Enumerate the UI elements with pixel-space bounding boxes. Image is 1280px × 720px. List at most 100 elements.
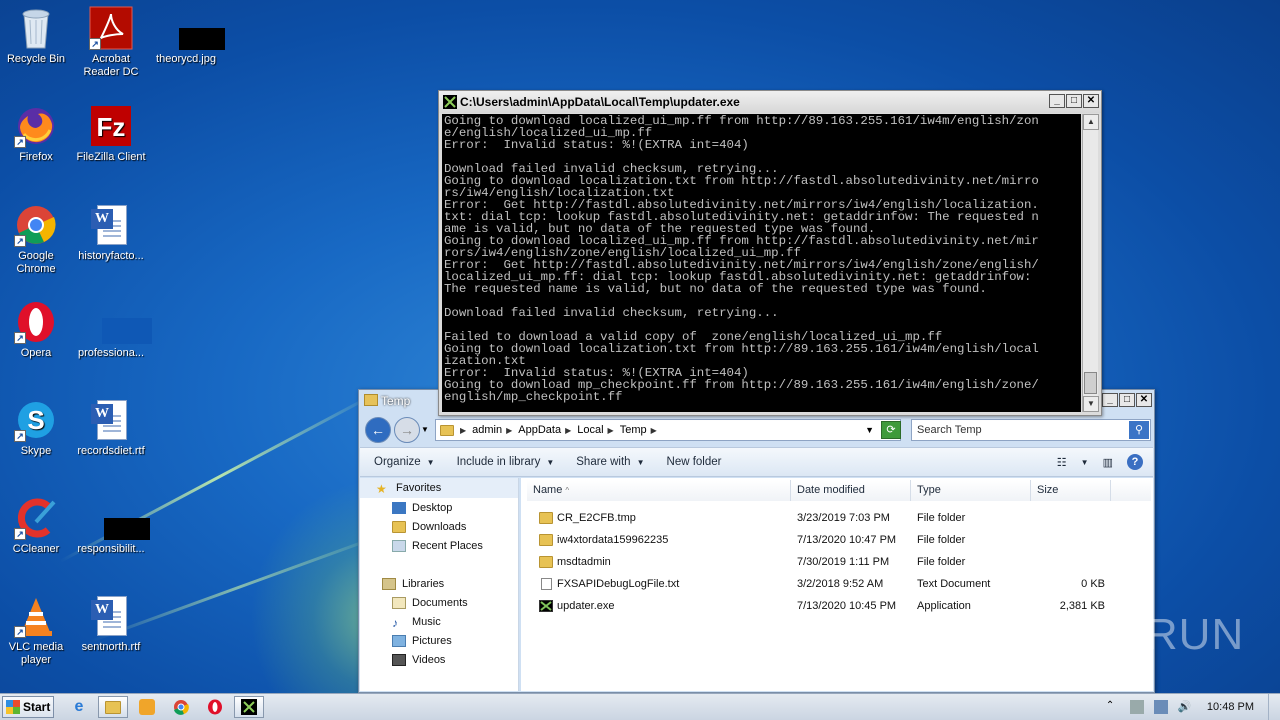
svg-text:S: S bbox=[27, 405, 44, 435]
icon-label: sentnorth.rtf bbox=[81, 641, 141, 653]
close-button[interactable]: ✕ bbox=[1083, 94, 1099, 108]
maximize-button[interactable]: □ bbox=[1066, 94, 1082, 108]
desktop-icon-ccleaner[interactable]: ↗ CCleaner bbox=[0, 496, 74, 556]
nav-music[interactable]: ♪ Music bbox=[392, 616, 441, 630]
share-with-menu[interactable]: Share with ▼ bbox=[576, 456, 644, 468]
breadcrumb-admin[interactable]: admin bbox=[472, 424, 502, 436]
taskbar-updater[interactable] bbox=[234, 696, 264, 718]
show-desktop-button[interactable] bbox=[1268, 694, 1280, 720]
nav-label: Music bbox=[412, 616, 441, 628]
desktop-icon-vlc[interactable]: ↗ VLC media player bbox=[0, 594, 74, 667]
desktop-icon-chrome[interactable]: ↗ Google Chrome bbox=[0, 203, 74, 276]
address-bar[interactable]: ▶ admin ▶ AppData ▶ Local ▶ Temp ▶ ▼ bbox=[435, 419, 901, 441]
nav-label: Downloads bbox=[412, 521, 467, 533]
file-type: File folder bbox=[917, 556, 966, 568]
show-hidden-icons-icon[interactable]: ⌃ bbox=[1106, 700, 1120, 714]
desktop-icon-recycle-bin[interactable]: Recycle Bin bbox=[0, 6, 74, 66]
desktop-icon-acrobat[interactable]: ↗ Acrobat Reader DC bbox=[73, 6, 149, 79]
search-input[interactable]: Search Temp ⚲ bbox=[911, 419, 1151, 441]
console-output[interactable]: Going to download localized_ui_mp.ff fro… bbox=[442, 114, 1081, 412]
desktop-icon-sentnorth[interactable]: W sentnorth.rtf bbox=[73, 594, 149, 654]
taskbar-media-player[interactable] bbox=[132, 696, 162, 718]
image-file-icon bbox=[89, 496, 150, 540]
taskbar-explorer[interactable] bbox=[98, 696, 128, 718]
back-button[interactable]: ← bbox=[365, 417, 391, 443]
new-folder-button[interactable]: New folder bbox=[667, 456, 722, 468]
icon-label: responsibilit... bbox=[77, 543, 145, 555]
close-button[interactable]: ✕ bbox=[1136, 393, 1152, 407]
scroll-down-icon[interactable]: ▼ bbox=[1083, 396, 1099, 412]
search-icon[interactable]: ⚲ bbox=[1129, 421, 1149, 439]
view-options-icon[interactable]: ☷ bbox=[1057, 456, 1067, 469]
file-row[interactable]: CR_E2CFB.tmp 3/23/2019 7:03 PM File fold… bbox=[535, 508, 1143, 530]
taskbar-chrome[interactable] bbox=[166, 696, 196, 718]
forward-button[interactable]: → bbox=[394, 417, 420, 443]
start-button[interactable]: Start bbox=[2, 696, 54, 718]
action-center-icon[interactable] bbox=[1129, 700, 1144, 714]
shortcut-arrow-icon: ↗ bbox=[14, 626, 26, 638]
breadcrumb-separator-icon: ▶ bbox=[506, 425, 513, 435]
desktop-icon-theorycd[interactable]: theorycd.jpg bbox=[148, 6, 225, 66]
minimize-button[interactable]: _ bbox=[1049, 94, 1065, 108]
pictures-icon bbox=[392, 635, 406, 647]
scroll-thumb[interactable] bbox=[1084, 372, 1097, 394]
organize-menu[interactable]: Organize ▼ bbox=[374, 456, 435, 468]
include-library-menu[interactable]: Include in library ▼ bbox=[457, 456, 555, 468]
column-type[interactable]: Type bbox=[911, 480, 1031, 501]
network-icon[interactable] bbox=[1153, 700, 1168, 714]
videos-icon bbox=[392, 654, 406, 666]
nav-label: Desktop bbox=[412, 502, 453, 514]
scroll-up-icon[interactable]: ▲ bbox=[1083, 114, 1099, 130]
file-explorer-icon bbox=[105, 700, 121, 714]
minimize-button[interactable]: _ bbox=[1102, 393, 1118, 407]
downloads-icon bbox=[392, 521, 406, 533]
chevron-down-icon: ▼ bbox=[426, 457, 435, 467]
address-dropdown-icon[interactable]: ▼ bbox=[865, 425, 874, 435]
nav-documents[interactable]: Documents bbox=[392, 597, 468, 609]
nav-libraries[interactable]: Libraries bbox=[382, 578, 444, 590]
nav-videos[interactable]: Videos bbox=[392, 654, 445, 666]
opera-icon: ↗ bbox=[14, 300, 58, 344]
file-row[interactable]: msdtadmin 7/30/2019 1:11 PM File folder bbox=[535, 552, 1143, 574]
breadcrumb-local[interactable]: Local bbox=[577, 424, 603, 436]
desktop-icon-firefox[interactable]: ↗ Firefox bbox=[0, 104, 74, 164]
help-icon[interactable]: ? bbox=[1127, 454, 1143, 470]
svg-text:Fz: Fz bbox=[97, 112, 126, 142]
explorer-window[interactable]: Temp _ □ ✕ ← → ▼ ▶ admin ▶ AppData ▶ Loc… bbox=[358, 389, 1155, 693]
nav-downloads[interactable]: Downloads bbox=[392, 521, 466, 533]
recent-pages-chevron-icon[interactable]: ▼ bbox=[421, 425, 429, 434]
nav-recent-places[interactable]: Recent Places bbox=[392, 540, 483, 552]
taskbar-opera[interactable] bbox=[200, 696, 230, 718]
console-scrollbar[interactable]: ▲ ▼ bbox=[1082, 114, 1099, 412]
desktop-icon-filezilla[interactable]: Fz FileZilla Client bbox=[73, 104, 149, 164]
chevron-down-icon[interactable]: ▼ bbox=[1081, 458, 1089, 467]
desktop-icon-opera[interactable]: ↗ Opera bbox=[0, 300, 74, 360]
breadcrumb-appdata[interactable]: AppData bbox=[518, 424, 561, 436]
nav-favorites[interactable]: ★ Favorites bbox=[360, 478, 518, 498]
refresh-button[interactable]: ⟳ bbox=[881, 421, 901, 439]
nav-label: Documents bbox=[412, 597, 468, 609]
file-name: msdtadmin bbox=[557, 556, 611, 568]
file-type: Application bbox=[917, 600, 971, 612]
column-name[interactable]: Name ^ bbox=[527, 480, 791, 501]
file-row[interactable]: FXSAPIDebugLogFile.txt 3/2/2018 9:52 AM … bbox=[535, 574, 1143, 596]
clock[interactable]: 10:48 PM bbox=[1207, 701, 1254, 713]
chevron-down-icon: ▼ bbox=[636, 457, 645, 467]
maximize-button[interactable]: □ bbox=[1119, 393, 1135, 407]
file-row[interactable]: iw4xtordata159962235 7/13/2020 10:47 PM … bbox=[535, 530, 1143, 552]
console-titlebar[interactable]: C:\Users\admin\AppData\Local\Temp\update… bbox=[439, 91, 1101, 113]
desktop-icon-responsibilit[interactable]: responsibilit... bbox=[73, 496, 150, 556]
nav-desktop[interactable]: Desktop bbox=[392, 502, 452, 514]
desktop-icon-recordsdiet[interactable]: W recordsdiet.rtf bbox=[73, 398, 149, 458]
breadcrumb-temp[interactable]: Temp bbox=[620, 424, 647, 436]
desktop-icon-historyfacto[interactable]: W historyfacto... bbox=[73, 203, 149, 263]
column-size[interactable]: Size bbox=[1031, 480, 1111, 501]
column-date[interactable]: Date modified bbox=[791, 480, 911, 501]
desktop-icon-skype[interactable]: S ↗ Skype bbox=[0, 398, 74, 458]
preview-pane-icon[interactable]: ▥ bbox=[1103, 456, 1113, 469]
volume-icon[interactable]: 🔊 bbox=[1178, 700, 1192, 714]
taskbar-ie[interactable]: e bbox=[64, 696, 94, 718]
desktop-icon-professiona[interactable]: professiona... bbox=[73, 300, 152, 360]
console-window[interactable]: C:\Users\admin\AppData\Local\Temp\update… bbox=[438, 90, 1102, 416]
nav-pictures[interactable]: Pictures bbox=[392, 635, 452, 647]
